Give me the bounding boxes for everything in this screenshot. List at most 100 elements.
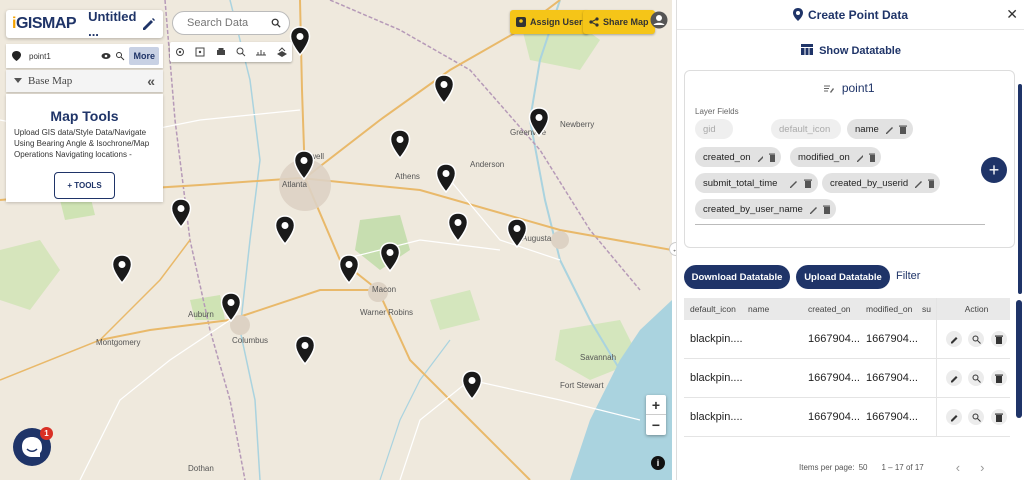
column-header[interactable]: default_icon (684, 304, 744, 314)
cell-modified-on: 1667904... (866, 411, 918, 423)
prev-page-icon[interactable]: ‹ (956, 460, 960, 475)
locate-icon[interactable] (174, 46, 186, 58)
items-per-page-select[interactable]: 50 (859, 463, 868, 472)
table-row[interactable]: blackpin.... 1667904... 1667904... (684, 359, 1010, 398)
info-icon[interactable]: i (651, 456, 665, 470)
zoom-to-feature-icon[interactable] (968, 331, 985, 347)
map-pin-icon[interactable] (338, 254, 360, 284)
user-avatar-icon[interactable] (650, 11, 668, 29)
edit-layer-icon[interactable] (824, 84, 835, 93)
delete-field-icon[interactable] (804, 179, 812, 188)
location-pin-icon (12, 51, 21, 61)
tools-title: Map Tools (50, 108, 119, 124)
close-icon[interactable]: ✕ (1006, 6, 1018, 23)
map-pin-icon[interactable] (433, 74, 455, 104)
map-pin-icon[interactable] (461, 370, 483, 400)
delete-icon[interactable] (990, 409, 1007, 425)
map-pin-icon[interactable] (170, 198, 192, 228)
search-box[interactable] (172, 11, 290, 35)
delete-field-icon[interactable] (927, 179, 935, 188)
add-field-button[interactable]: + (981, 157, 1007, 183)
measure-icon[interactable] (255, 46, 267, 58)
map-pin-icon[interactable] (528, 107, 550, 137)
map-pin-icon[interactable] (293, 150, 315, 180)
upload-datatable-button[interactable]: Upload Datatable (796, 265, 890, 289)
map-pin-icon[interactable] (506, 218, 528, 248)
visibility-icon[interactable] (101, 52, 111, 60)
map-pin-icon[interactable] (220, 292, 242, 322)
filter-link[interactable]: Filter (896, 270, 920, 282)
layer-row[interactable]: point1 More (6, 44, 163, 68)
field-chip[interactable]: created_by_userid (822, 173, 940, 193)
delete-field-icon[interactable] (822, 205, 830, 214)
city-label: Athens (395, 172, 420, 181)
map-pin-icon[interactable] (435, 163, 457, 193)
edit-icon[interactable] (946, 370, 963, 386)
show-datatable-button[interactable]: Show Datatable (677, 44, 1024, 57)
field-chip[interactable]: submit_total_time (695, 173, 818, 193)
field-chip[interactable]: created_by_user_name (695, 199, 836, 219)
map-pin-icon[interactable] (111, 254, 133, 284)
edit-field-icon[interactable] (809, 205, 817, 214)
field-chip[interactable]: name (847, 119, 913, 139)
search-input[interactable] (187, 17, 271, 29)
page-range: 1 – 17 of 17 (881, 463, 924, 472)
table-row[interactable]: blackpin.... 1667904... 1667904... (684, 398, 1010, 437)
fullscreen-icon[interactable] (194, 46, 206, 58)
table-header: default_icon name created_on modified_on… (684, 298, 1010, 320)
map-pin-icon[interactable] (274, 215, 296, 245)
table-row[interactable]: blackpin.... 1667904... 1667904... (684, 320, 1010, 359)
next-page-icon[interactable]: › (980, 460, 984, 475)
edit-field-icon[interactable] (757, 153, 764, 162)
edit-field-icon[interactable] (789, 179, 798, 188)
delete-field-icon[interactable] (868, 153, 875, 162)
column-header: Action (936, 298, 1010, 320)
print-icon[interactable] (215, 46, 227, 58)
edit-field-icon[interactable] (856, 153, 863, 162)
column-header[interactable]: modified_on (864, 304, 922, 314)
assign-user-button[interactable]: Assign User (510, 10, 589, 34)
card-scrollbar[interactable] (1018, 84, 1022, 294)
edit-icon[interactable] (946, 331, 963, 347)
edit-icon[interactable] (946, 409, 963, 425)
share-map-button[interactable]: Share Map (583, 10, 655, 34)
map-pin-icon[interactable] (447, 212, 469, 242)
download-datatable-button[interactable]: Download Datatable (684, 265, 790, 289)
column-header[interactable]: name (744, 304, 804, 314)
zoom-to-feature-icon[interactable] (968, 370, 985, 386)
zoom-to-layer-icon[interactable] (115, 51, 125, 61)
collapse-icon[interactable]: « (147, 73, 155, 89)
edit-title-icon[interactable] (141, 16, 157, 32)
app-logo[interactable]: iGISMAP (12, 15, 77, 33)
panel-scrollbar[interactable] (1016, 300, 1022, 418)
delete-icon[interactable] (990, 370, 1007, 386)
map-pin-icon[interactable] (294, 335, 316, 365)
field-chip[interactable]: modified_on (790, 147, 881, 167)
column-header[interactable]: created_on (804, 304, 864, 314)
delete-field-icon[interactable] (899, 125, 907, 134)
city-label: Columbus (232, 336, 269, 345)
zoom-in-button[interactable]: + (646, 395, 666, 415)
layers-icon[interactable] (276, 46, 288, 58)
edit-field-icon[interactable] (914, 179, 922, 188)
more-button[interactable]: More (129, 47, 159, 65)
cell-created-on: 1667904... (808, 333, 860, 345)
zoom-to-feature-icon[interactable] (968, 409, 985, 425)
project-title[interactable]: Untitled ... (88, 9, 141, 39)
edit-field-icon[interactable] (885, 125, 894, 134)
delete-icon[interactable] (990, 331, 1007, 347)
delete-field-icon[interactable] (769, 153, 775, 162)
search-zoom-icon[interactable] (235, 46, 247, 58)
map-pin-icon[interactable] (379, 242, 401, 272)
map-canvas[interactable]: Montgomery Columbus Auburn Macon Warner … (0, 0, 672, 480)
map-pin-icon[interactable] (389, 129, 411, 159)
search-icon[interactable] (271, 17, 281, 29)
map-pin-icon[interactable] (289, 26, 311, 56)
field-name: name (855, 123, 879, 135)
zoom-out-button[interactable]: − (646, 415, 666, 435)
field-chip[interactable]: created_on (695, 147, 781, 167)
location-pin-icon (792, 8, 803, 21)
add-tools-button[interactable]: + TOOLS (54, 172, 115, 200)
basemap-toggle[interactable]: Base Map « (6, 70, 163, 92)
column-header[interactable]: su (922, 304, 936, 314)
